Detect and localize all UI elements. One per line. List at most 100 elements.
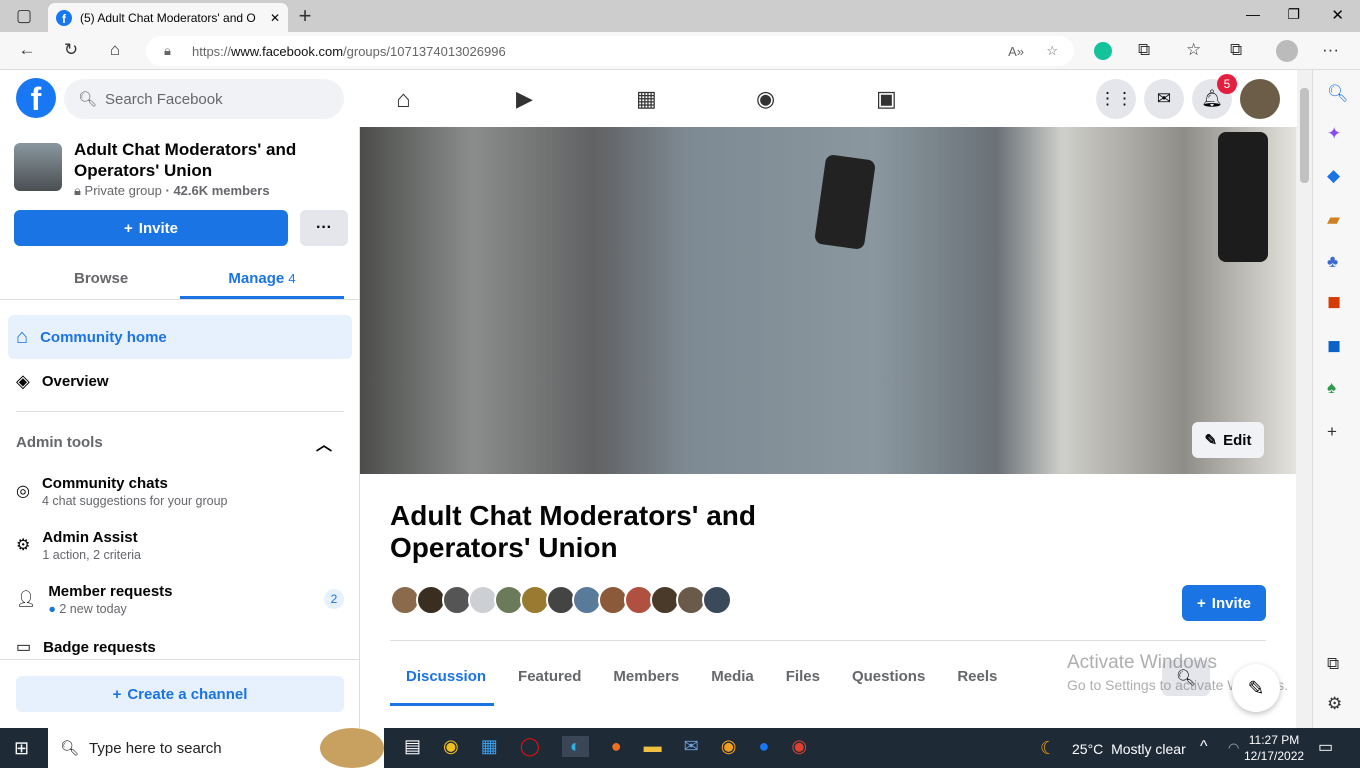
group-name[interactable]: Adult Chat Moderators' and Operators' Un… [74,139,314,181]
admin-tool-badge-requests[interactable]: ▭ Badge requests [8,635,352,659]
member-avatar[interactable] [702,585,732,615]
tab-members[interactable]: Members [597,668,695,685]
group-sidebar: Adult Chat Moderators' and Operators' Un… [0,127,360,728]
tool-title: Badge requests [43,638,156,656]
taskbar-search-input[interactable]: 🔍︎ Type here to search [48,728,384,768]
search-icon[interactable]: 🔍︎ [1327,84,1349,104]
chrome-icon[interactable]: ◉ [443,736,459,757]
clock[interactable]: 11:27 PM 12/17/2022 [1244,732,1304,764]
account-avatar[interactable] [1240,79,1280,119]
admin-tool-member-requests[interactable]: 👤︎ Member requests ● 2 new today 2 [8,579,352,619]
invite-button[interactable]: + Invite [14,210,288,246]
tab-browse[interactable]: Browse [74,270,128,287]
facebook-icon[interactable]: ● [758,736,769,757]
weather-icon[interactable]: ☾ [1040,738,1056,759]
gear-icon[interactable]: ⚙︎ [1327,694,1342,714]
invite-label: Invite [138,219,178,237]
tab-featured[interactable]: Featured [502,668,597,685]
refresh-icon[interactable]: ↻ [60,40,82,60]
favorite-add-icon[interactable]: ☆ [1046,43,1058,59]
edge-icon[interactable]: ◐ [561,736,589,757]
admin-tool-admin-assist[interactable]: ⚙︎ Admin Assist 1 action, 2 criteria [8,525,352,565]
nav-home-icon[interactable]: ⌂ [396,86,411,114]
tab-media[interactable]: Media [695,668,770,685]
tree-icon[interactable]: ♠ [1327,378,1336,398]
windows-start-icon[interactable]: ⊞ [14,738,29,759]
shopping-icon[interactable]: ◆ [1327,166,1340,186]
wifi-icon[interactable]: ◠ [1228,740,1239,756]
nav-watch-icon[interactable]: ▶︎ [516,86,533,112]
back-icon[interactable]: ← [16,40,38,60]
collections-icon[interactable]: ⧉ [1230,40,1242,60]
search-input[interactable]: 🔍︎ Search Facebook [64,79,344,119]
tab-actions-icon[interactable]: ▢ [14,6,34,25]
chrome-alt-icon[interactable]: ◉ [791,736,807,757]
brave-icon[interactable]: ◉ [721,736,737,757]
file-explorer-icon[interactable]: ▬ [644,736,662,757]
home-icon[interactable]: ⌂ [104,40,126,60]
search-highlight-icon [320,728,384,768]
manage-label: Manage [228,270,285,287]
tab-discussion[interactable]: Discussion [390,668,502,685]
notification-center-icon[interactable]: ▭ [1318,737,1333,757]
browser-tab[interactable]: f (5) Adult Chat Moderators' and O ✕ [48,3,288,32]
close-window-icon[interactable]: ✕ [1331,6,1344,24]
chevron-up-icon[interactable]: ^ [1200,738,1208,756]
store-icon[interactable]: ▦ [481,736,498,757]
edit-cover-button[interactable]: ✎ Edit [1192,422,1264,458]
weather-condition: Mostly clear [1111,741,1186,757]
tool-subtitle: 2 new today [59,601,127,616]
settings-more-icon[interactable]: ··· [1322,40,1339,60]
profile-icon[interactable] [1276,40,1298,62]
menu-icon[interactable]: ⋮⋮ [1096,79,1136,119]
restore-icon[interactable]: ❐ [1287,6,1300,23]
weather-widget[interactable]: 25°C Mostly clear [1072,741,1186,757]
add-icon[interactable]: + [1327,422,1337,442]
page-scrollbar[interactable] [1297,70,1312,728]
split-screen-icon[interactable]: ⧉ [1327,654,1339,674]
member-avatars[interactable] [390,585,732,615]
office-icon[interactable]: ◼ [1327,292,1341,312]
chevron-up-icon[interactable]: ︿ [316,431,332,455]
tab-reels[interactable]: Reels [941,668,1013,685]
read-aloud-icon[interactable]: A» [1008,44,1024,59]
sidebar-item-community-home[interactable]: ⌂ Community home [8,315,352,359]
nav-marketplace-icon[interactable]: ▦ [636,86,657,112]
opera-icon[interactable]: ◯ [520,736,540,757]
create-channel-button[interactable]: + Create a channel [16,676,344,712]
firefox-icon[interactable]: ● [611,736,622,757]
date: 12/17/2022 [1244,749,1305,763]
outlook-icon[interactable]: ◼ [1327,336,1341,356]
admin-tool-community-chats[interactable]: ◎ Community chats 4 chat suggestions for y… [8,471,352,511]
nav-groups-icon[interactable]: ◉ [756,86,775,112]
new-message-icon[interactable]: ✎ [1232,664,1280,712]
sidebar-item-overview[interactable]: ◈ Overview [8,359,352,403]
active-tab-indicator [390,703,494,706]
scrollbar-thumb[interactable] [1300,88,1309,183]
extensions-icon[interactable]: ⧉ [1138,40,1150,60]
tab-manage[interactable]: Manage 4 [180,270,344,287]
more-options-button[interactable]: ··· [300,210,348,246]
cover-photo: ✎ Edit [360,127,1296,474]
new-tab-icon[interactable]: + [294,3,316,28]
favorites-icon[interactable]: ☆ [1186,40,1201,60]
tab-questions[interactable]: Questions [836,668,941,685]
nav-gaming-icon[interactable]: ▣ [876,86,897,112]
facebook-logo[interactable]: f [16,78,56,118]
messenger-icon[interactable]: ✉︎ [1144,79,1184,119]
games-icon[interactable]: ♣ [1327,252,1338,272]
plus-icon: + [1197,594,1206,612]
tab-files[interactable]: Files [770,668,836,685]
grammarly-icon[interactable] [1094,42,1112,60]
divider [0,299,359,300]
activate-windows-title: Activate Windows [1067,652,1217,673]
discover-icon[interactable]: ✦ [1327,124,1341,144]
tools-icon[interactable]: ▰ [1327,210,1340,230]
minimize-icon[interactable]: — [1246,6,1260,22]
task-view-icon[interactable]: ▤ [404,736,421,757]
invite-button-main[interactable]: + Invite [1182,585,1266,621]
mail-icon[interactable]: ✉︎ [684,736,699,757]
close-tab-icon[interactable]: ✕ [270,11,280,25]
manage-count: 4 [288,271,296,286]
url-input[interactable]: 🔒︎ https://www.facebook.com/groups/10713… [146,36,1074,66]
